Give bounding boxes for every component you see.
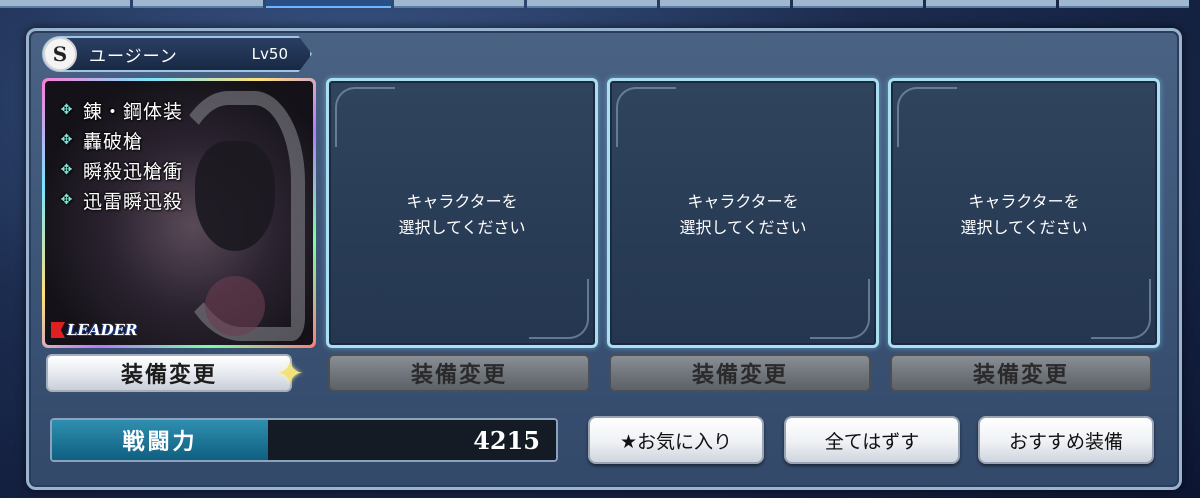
character-emblem-icon: S <box>43 37 77 71</box>
leader-label: LEADER <box>67 321 138 339</box>
ornament-corner-icon <box>616 87 676 147</box>
diamond-cross-icon: ✥ <box>60 162 74 178</box>
diamond-cross-icon: ✥ <box>60 192 74 208</box>
top-tab[interactable] <box>660 0 790 8</box>
top-tab[interactable] <box>394 0 524 8</box>
ornament-corner-icon <box>335 87 395 147</box>
top-tab-strip <box>0 0 1200 10</box>
empty-slot-4[interactable]: キャラクターを 選択してください <box>888 78 1160 348</box>
character-level: Lv50 <box>251 45 288 63</box>
skill-item: ✥ 錬・鋼体装 <box>59 95 183 125</box>
skill-name: 錬・鋼体装 <box>83 100 184 123</box>
top-tab[interactable] <box>133 0 263 8</box>
character-name-tag: S ユージーン Lv50 <box>42 36 312 72</box>
diamond-cross-icon: ✥ <box>60 132 74 148</box>
skill-item: ✥ 瞬殺迅槍衝 <box>59 155 183 185</box>
equip-change-button-3[interactable]: 装備変更 <box>609 354 871 392</box>
remove-all-button[interactable]: 全てはずす <box>784 416 960 464</box>
ornament-corner-icon <box>529 279 589 339</box>
equip-change-button-1[interactable]: 装備変更 <box>46 354 292 392</box>
combat-power-label: 戦闘力 <box>52 420 268 460</box>
character-name: ユージーン <box>89 46 178 67</box>
skill-name: 迅雷瞬迅殺 <box>83 190 184 213</box>
top-tab[interactable] <box>793 0 923 8</box>
combat-power-value: 4215 <box>268 420 556 460</box>
top-tab-active[interactable] <box>266 0 391 8</box>
top-tab[interactable] <box>1059 0 1189 8</box>
skill-name: 轟破槍 <box>83 130 144 153</box>
select-character-prompt: キャラクターを 選択してください <box>679 192 807 237</box>
character-portrait: ✥ 錬・鋼体装 ✥ 轟破槍 ✥ 瞬殺迅槍衝 ✥ 迅雷瞬迅殺 LEADER <box>45 81 313 345</box>
select-character-prompt: キャラクターを 選択してください <box>398 192 526 237</box>
combat-power-display: 戦闘力 4215 <box>50 418 558 462</box>
skill-list: ✥ 錬・鋼体装 ✥ 轟破槍 ✥ 瞬殺迅槍衝 ✥ 迅雷瞬迅殺 <box>59 95 183 215</box>
favorite-button[interactable]: ★お気に入り <box>588 416 764 464</box>
skill-item: ✥ 轟破槍 <box>59 125 183 155</box>
skill-item: ✥ 迅雷瞬迅殺 <box>59 185 183 215</box>
flag-icon <box>51 322 65 338</box>
diamond-cross-icon: ✥ <box>60 102 74 118</box>
equip-change-button-2[interactable]: 装備変更 <box>328 354 590 392</box>
recommended-equip-button[interactable]: おすすめ装備 <box>978 416 1154 464</box>
empty-slot-2[interactable]: キャラクターを 選択してください <box>326 78 598 348</box>
top-tab[interactable] <box>527 0 657 8</box>
equip-change-button-4[interactable]: 装備変更 <box>890 354 1152 392</box>
select-character-prompt: キャラクターを 選択してください <box>960 192 1088 237</box>
ornament-corner-icon <box>897 87 957 147</box>
top-tab[interactable] <box>0 0 130 8</box>
leader-character-card[interactable]: ✥ 錬・鋼体装 ✥ 轟破槍 ✥ 瞬殺迅槍衝 ✥ 迅雷瞬迅殺 LEADER <box>42 78 316 348</box>
sparkle-star-icon: ✦ <box>275 354 305 394</box>
leader-badge: LEADER <box>51 321 138 339</box>
top-tab[interactable] <box>926 0 1056 8</box>
skill-name: 瞬殺迅槍衝 <box>83 160 184 183</box>
empty-slot-3[interactable]: キャラクターを 選択してください <box>607 78 879 348</box>
ornament-corner-icon <box>1091 279 1151 339</box>
ornament-corner-icon <box>810 279 870 339</box>
